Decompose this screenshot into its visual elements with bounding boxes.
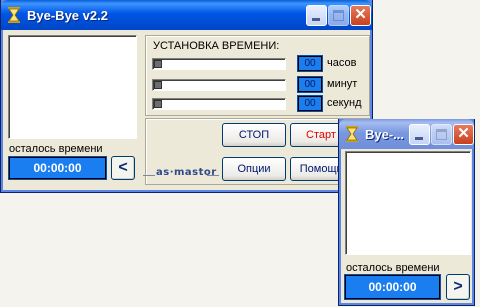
minimize-icon <box>415 137 423 140</box>
settings-heading: УСТАНОВКА ВРЕМЕНИ: <box>153 40 280 52</box>
seconds-slider[interactable] <box>152 98 286 110</box>
mini-remaining-time-display: 00:00:00 <box>344 274 441 300</box>
expand-button[interactable]: > <box>446 274 470 300</box>
brand-line-left <box>143 175 155 176</box>
collapse-button[interactable]: < <box>111 156 135 180</box>
mini-close-button[interactable]: ✕ <box>453 124 474 145</box>
seconds-unit-label: секунд <box>327 97 362 109</box>
close-icon: ✕ <box>354 6 367 23</box>
maximize-button[interactable] <box>328 5 349 26</box>
minutes-slider-thumb[interactable] <box>154 81 162 89</box>
minutes-slider[interactable] <box>152 79 286 91</box>
stop-button[interactable]: СТОП <box>222 123 286 147</box>
main-titlebar[interactable]: Bye-Bye v2.2 ✕ <box>1 0 372 30</box>
brand-line-right <box>207 175 219 176</box>
maximize-icon <box>333 10 344 21</box>
close-icon: ✕ <box>457 125 470 142</box>
hourglass-icon <box>346 126 358 142</box>
minimize-button[interactable] <box>306 5 327 26</box>
remaining-time-display: 00:00:00 <box>8 156 107 180</box>
preview-panel <box>8 35 137 139</box>
mini-maximize-button[interactable] <box>431 124 452 145</box>
seconds-value: 00 <box>297 95 323 112</box>
window-title: Bye-Bye v2.2 <box>27 8 108 23</box>
mini-minimize-button[interactable] <box>409 124 430 145</box>
brand-logo: as·mastor <box>156 167 217 178</box>
mini-titlebar[interactable]: Bye-... ✕ <box>339 119 474 149</box>
hours-slider-thumb[interactable] <box>154 60 162 68</box>
mini-preview-panel <box>345 151 471 255</box>
maximize-icon <box>436 129 447 140</box>
options-button[interactable]: Опции <box>222 157 286 181</box>
remaining-time-label: осталось времени <box>9 143 103 155</box>
mini-remaining-time-label: осталось времени <box>346 262 440 274</box>
hourglass-icon <box>8 7 20 23</box>
mini-window: Bye-... ✕ осталось времени 00:00:00 > <box>338 119 475 306</box>
minutes-unit-label: минут <box>327 78 358 90</box>
mini-window-title: Bye-... <box>365 127 405 142</box>
hours-unit-label: часов <box>327 57 357 69</box>
seconds-slider-thumb[interactable] <box>154 100 162 108</box>
close-button[interactable]: ✕ <box>350 5 371 26</box>
minutes-value: 00 <box>297 76 323 93</box>
main-window: Bye-Bye v2.2 ✕ осталось времени 00:00:00… <box>0 0 373 193</box>
hours-value: 00 <box>297 55 323 72</box>
hours-slider[interactable] <box>152 58 286 70</box>
minimize-icon <box>312 18 320 21</box>
